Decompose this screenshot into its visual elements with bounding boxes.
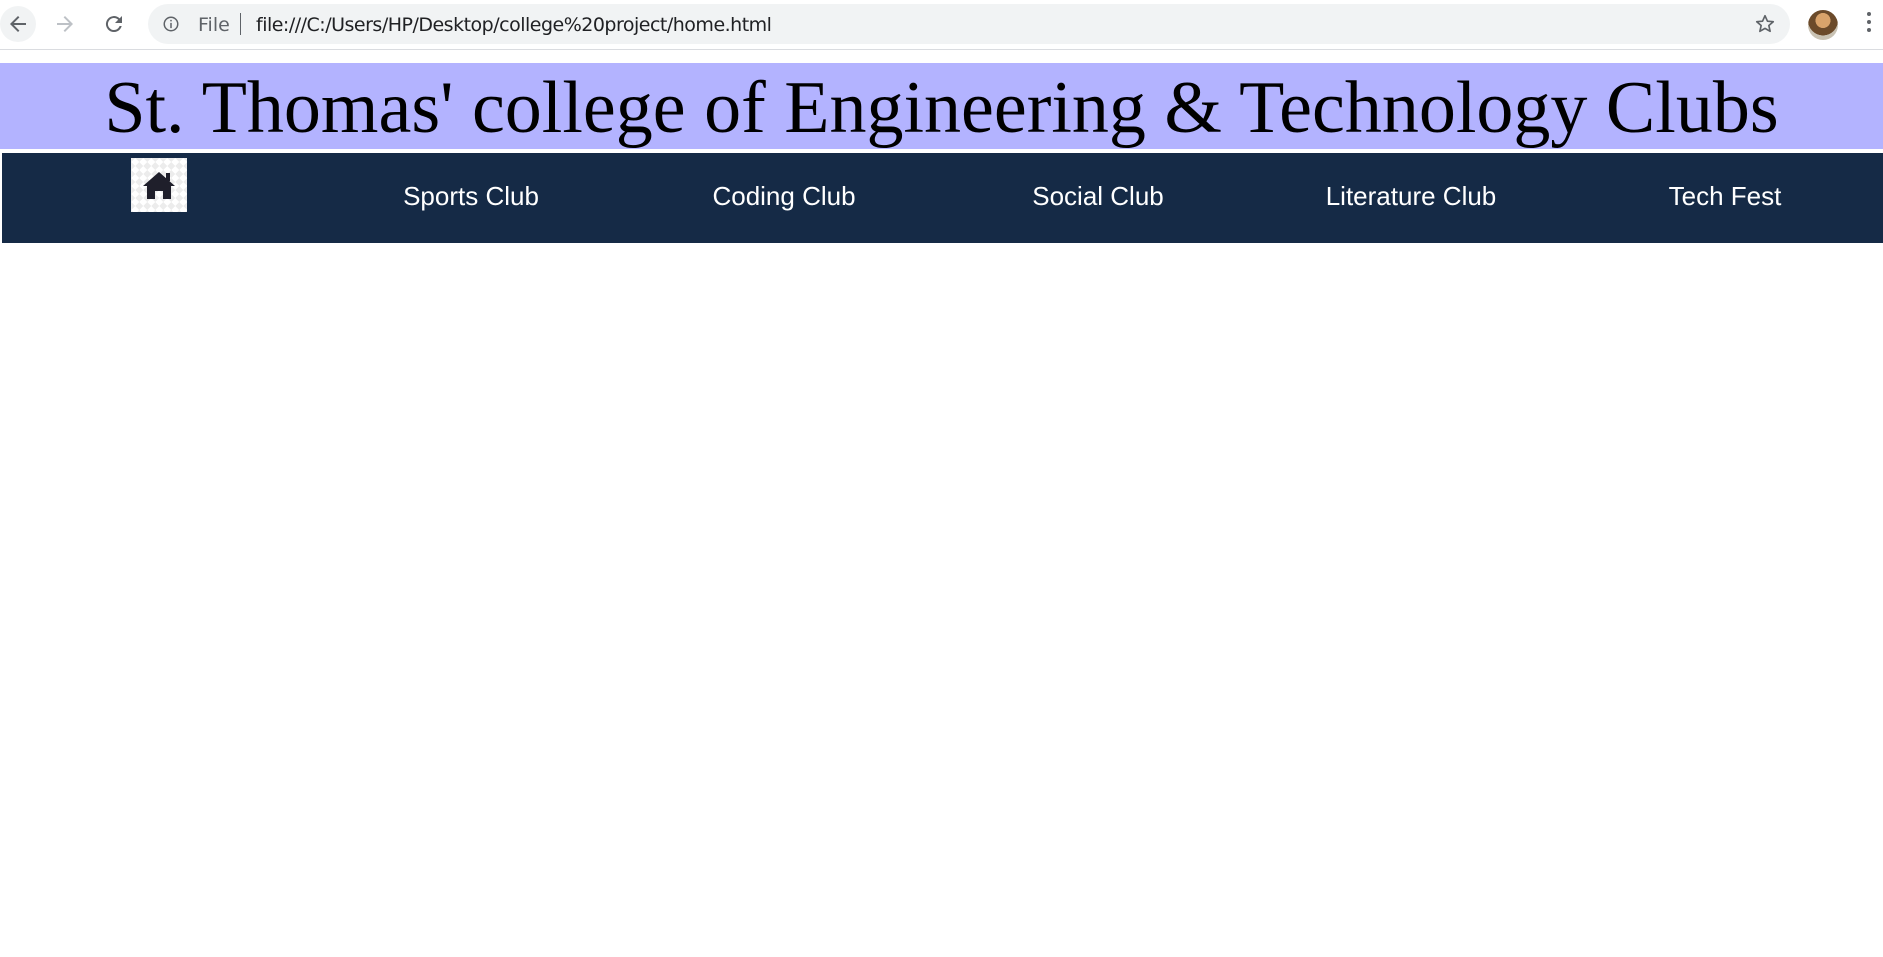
profile-avatar[interactable] [1808, 10, 1838, 40]
nav-literature-club[interactable]: Literature Club [1326, 181, 1497, 212]
reload-button[interactable] [96, 6, 132, 42]
forward-button[interactable] [47, 6, 83, 42]
arrow-left-icon [10, 16, 26, 32]
reload-icon [105, 16, 122, 33]
address-bar[interactable]: File file:///C:/Users/HP/Desktop/college… [148, 4, 1790, 44]
main-nav: Sports Club Coding Club Social Club Lite… [2, 153, 1883, 243]
star-icon[interactable] [1754, 13, 1776, 35]
home-link[interactable] [131, 158, 187, 212]
browser-toolbar: File file:///C:/Users/HP/Desktop/college… [0, 0, 1883, 50]
nav-social-club[interactable]: Social Club [1032, 181, 1164, 212]
url-text[interactable]: file:///C:/Users/HP/Desktop/college%20pr… [256, 14, 772, 36]
nav-coding-club[interactable]: Coding Club [712, 181, 855, 212]
back-button[interactable] [0, 6, 36, 42]
page-header: St. Thomas' college of Engineering & Tec… [0, 63, 1883, 149]
scheme-label: File [198, 14, 230, 36]
arrow-right-icon [57, 16, 73, 32]
home-icon [143, 172, 175, 199]
kebab-menu-icon[interactable] [1866, 12, 1872, 36]
nav-sports-club[interactable]: Sports Club [403, 181, 539, 212]
page-title: St. Thomas' college of Engineering & Tec… [104, 67, 1779, 149]
info-icon[interactable] [162, 15, 180, 33]
nav-tech-fest[interactable]: Tech Fest [1669, 181, 1782, 212]
divider [240, 13, 241, 35]
